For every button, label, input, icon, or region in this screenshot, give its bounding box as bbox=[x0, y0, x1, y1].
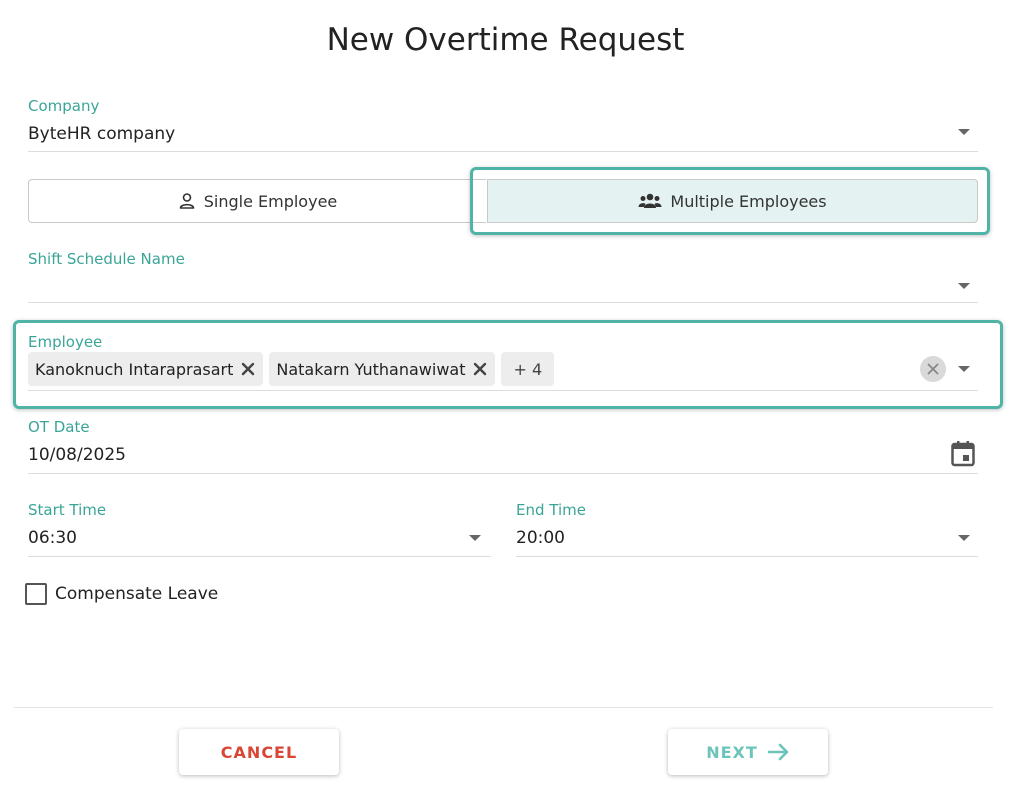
close-icon[interactable] bbox=[239, 360, 257, 378]
chevron-down-icon[interactable] bbox=[958, 535, 970, 541]
employee-label: Employee bbox=[28, 333, 103, 351]
ot-date-value: 10/08/2025 bbox=[28, 445, 126, 465]
end-time-underline bbox=[516, 556, 978, 557]
start-time-label: Start Time bbox=[28, 501, 107, 519]
company-label: Company bbox=[28, 97, 100, 115]
multiple-employees-label: Multiple Employees bbox=[670, 191, 827, 211]
company-value: ByteHR company bbox=[28, 124, 176, 144]
company-underline bbox=[28, 151, 978, 152]
employee-chip-label: Kanoknuch Intaraprasart bbox=[35, 359, 234, 379]
employee-chips: Kanoknuch Intaraprasart Natakarn Yuthana… bbox=[28, 352, 555, 386]
employee-underline bbox=[28, 390, 978, 391]
arrow-right-icon bbox=[767, 743, 790, 761]
compensate-leave-checkbox[interactable] bbox=[25, 583, 47, 605]
start-time-value: 06:30 bbox=[28, 528, 77, 548]
shift-schedule-label: Shift Schedule Name bbox=[28, 250, 185, 268]
single-employee-label: Single Employee bbox=[203, 191, 338, 211]
calendar-icon[interactable] bbox=[951, 441, 975, 471]
ot-date-field[interactable]: OT Date 10/08/2025 bbox=[28, 418, 978, 474]
ot-date-label: OT Date bbox=[28, 418, 90, 436]
employee-chip: Kanoknuch Intaraprasart bbox=[28, 352, 264, 386]
footer-divider bbox=[14, 707, 993, 708]
person-icon bbox=[178, 192, 196, 210]
end-time-label: End Time bbox=[516, 501, 586, 519]
end-time-value: 20:00 bbox=[516, 528, 565, 548]
clear-icon[interactable] bbox=[920, 356, 946, 382]
single-employee-button[interactable]: Single Employee bbox=[28, 179, 486, 223]
ot-date-underline bbox=[28, 473, 978, 474]
compensate-leave-label: Compensate Leave bbox=[55, 584, 219, 604]
company-select[interactable]: Company ByteHR company bbox=[28, 97, 978, 152]
chevron-down-icon[interactable] bbox=[958, 129, 970, 135]
multiple-employees-button[interactable]: Multiple Employees bbox=[487, 179, 978, 223]
page-title: New Overtime Request bbox=[326, 22, 685, 58]
end-time-select[interactable]: End Time 20:00 bbox=[516, 501, 978, 557]
next-button[interactable]: NEXT bbox=[668, 729, 828, 775]
cancel-button-label: CANCEL bbox=[220, 742, 298, 762]
compensate-leave-row[interactable]: Compensate Leave bbox=[25, 583, 218, 605]
start-time-underline bbox=[28, 556, 491, 557]
close-icon[interactable] bbox=[471, 360, 489, 378]
employee-chip: Natakarn Yuthanawiwat bbox=[269, 352, 496, 386]
start-time-select[interactable]: Start Time 06:30 bbox=[28, 501, 491, 557]
more-employees-chip[interactable]: + 4 bbox=[501, 352, 555, 386]
cancel-button[interactable]: CANCEL bbox=[179, 729, 339, 775]
shift-schedule-select[interactable]: Shift Schedule Name bbox=[28, 250, 978, 303]
employee-chip-label: Natakarn Yuthanawiwat bbox=[276, 359, 466, 379]
chevron-down-icon[interactable] bbox=[469, 535, 481, 541]
chevron-down-icon[interactable] bbox=[958, 283, 970, 289]
chevron-down-icon[interactable] bbox=[958, 366, 970, 372]
next-button-label: NEXT bbox=[706, 742, 758, 762]
group-icon bbox=[638, 193, 662, 209]
shift-schedule-underline bbox=[28, 302, 978, 303]
